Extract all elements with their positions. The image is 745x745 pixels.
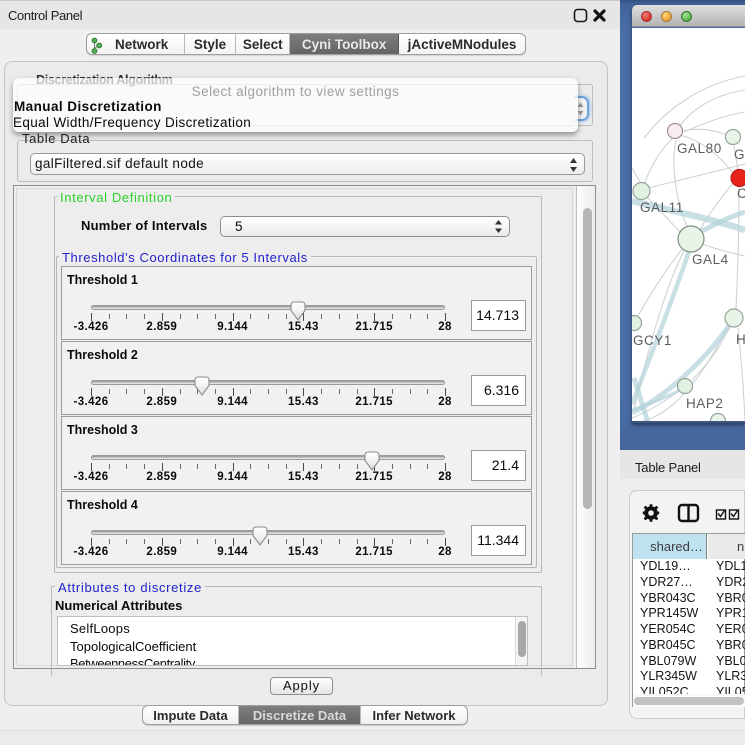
svg-text:GAL80: GAL80 [677, 141, 722, 156]
svg-text:GCY1: GCY1 [633, 333, 672, 348]
svg-text:C: C [737, 186, 745, 201]
svg-text:GA: GA [734, 147, 745, 162]
svg-text:HAP2: HAP2 [686, 396, 723, 411]
svg-text:GAL11: GAL11 [640, 200, 684, 215]
svg-text:H: H [736, 332, 745, 347]
svg-text:GAL4: GAL4 [692, 252, 729, 267]
